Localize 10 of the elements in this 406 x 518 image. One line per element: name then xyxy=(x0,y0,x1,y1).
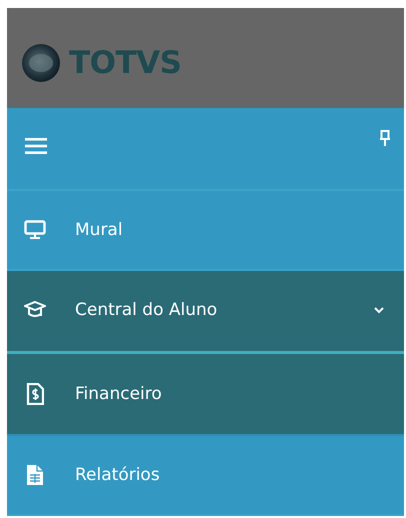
pin-button[interactable] xyxy=(380,130,390,146)
globe-logo-icon xyxy=(21,42,61,82)
menu-item[interactable]: Relatórios xyxy=(7,436,404,516)
menu-button[interactable] xyxy=(23,136,49,156)
graduation-cap-icon xyxy=(23,300,47,320)
menu-item[interactable]: Financeiro xyxy=(7,354,404,436)
menu-item[interactable]: Central do Aluno xyxy=(7,271,404,351)
logo-text: TOTVS xyxy=(69,44,182,80)
monitor-icon xyxy=(23,220,47,240)
chevron-down-icon xyxy=(374,306,384,314)
